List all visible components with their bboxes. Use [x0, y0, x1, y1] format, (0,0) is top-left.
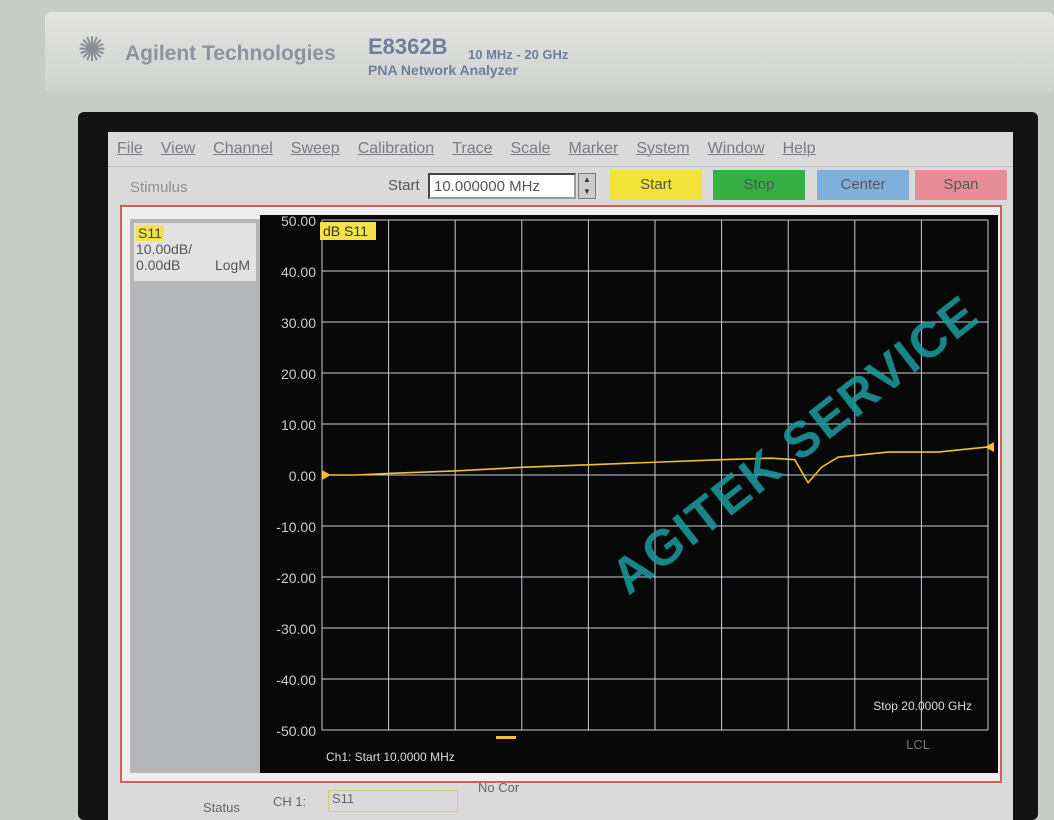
status-label: Status	[203, 800, 240, 815]
trace-ref: 0.00dB	[136, 257, 181, 273]
remote-status: LCL	[906, 737, 930, 752]
menu-system[interactable]: System	[627, 136, 698, 166]
menu-view[interactable]: View	[152, 136, 204, 166]
menu-bar: File View Channel Sweep Calibration Trac…	[108, 136, 1013, 166]
y-tick-label: 30.00	[281, 315, 316, 331]
menu-help[interactable]: Help	[774, 136, 825, 166]
trace-name: S11	[136, 225, 164, 241]
frequency-range: 10 MHz - 20 GHz	[468, 47, 569, 62]
menu-calibration[interactable]: Calibration	[349, 136, 443, 166]
trace-format: LogM	[214, 257, 250, 273]
reference-marker-right	[985, 441, 994, 452]
chart-title: dB S11	[323, 223, 368, 239]
menu-file[interactable]: File	[108, 136, 152, 166]
model: E8362B	[368, 34, 448, 59]
trace-chart[interactable]: 50.00 40.00 30.00 20.00 10.00 0.00 -10.00 -20.0…	[260, 213, 998, 773]
channel-window: S11 10.00dB/ 0.00dB LogM 50.00 40.00 30.00…	[120, 205, 1002, 783]
correction-status: No Cor	[478, 780, 520, 795]
status-channel: CH 1:	[273, 794, 307, 809]
span-button[interactable]: Span	[915, 170, 1007, 200]
y-tick-label: -30.00	[276, 621, 316, 637]
menu-channel[interactable]: Channel	[204, 136, 282, 166]
y-tick-label: 10.00	[281, 417, 316, 433]
y-tick-label: -40.00	[276, 672, 316, 688]
status-param: S11	[328, 790, 458, 812]
y-tick-label: -20.00	[276, 570, 316, 586]
y-tick-label: 20.00	[281, 366, 316, 382]
trace-indicator	[496, 736, 516, 739]
status-bar: Status CH 1: S11 No Cor	[183, 780, 1013, 820]
toolbar-group-label: Stimulus	[130, 179, 188, 196]
x-stop-label: Stop 20.0000 GHz	[873, 699, 972, 713]
y-tick-label: -50.00	[276, 723, 316, 739]
menu-window[interactable]: Window	[699, 136, 774, 166]
start-label: Start	[388, 177, 420, 194]
menu-sweep[interactable]: Sweep	[282, 136, 349, 166]
analyzer-ui: File View Channel Sweep Calibration Trac…	[108, 132, 1013, 820]
agilent-logo-icon: ✺	[77, 31, 107, 69]
brand: Agilent Technologies	[125, 42, 336, 65]
y-tick-label: 0.00	[289, 468, 316, 484]
stop-button[interactable]: Stop	[713, 170, 805, 200]
menu-trace[interactable]: Trace	[443, 136, 501, 166]
x-start-label: Ch1: Start 10.0000 MHz	[326, 750, 455, 764]
stimulus-toolbar: Stimulus Start 10.000000 MHz ▲ ▼ Start St…	[108, 166, 1013, 206]
center-button[interactable]: Center	[817, 170, 909, 200]
menu-scale[interactable]: Scale	[502, 136, 560, 166]
spin-buttons[interactable]: ▲ ▼	[578, 173, 596, 199]
y-tick-label: 40.00	[281, 264, 316, 280]
trace-info[interactable]: S11 10.00dB/ 0.00dB LogM	[134, 223, 256, 281]
reference-marker-left	[322, 470, 331, 480]
chart-svg: 50.00 40.00 30.00 20.00 10.00 0.00 -10.00 -20.0…	[276, 213, 994, 764]
trace-scale: 10.00dB/	[136, 241, 193, 257]
start-button[interactable]: Start	[610, 170, 702, 200]
device-description: PNA Network Analyzer	[368, 62, 518, 78]
start-frequency-input[interactable]: 10.000000 MHz	[428, 173, 576, 199]
y-tick-label: 50.00	[281, 215, 316, 229]
y-tick-label: -10.00	[276, 519, 316, 535]
menu-marker[interactable]: Marker	[560, 136, 628, 166]
